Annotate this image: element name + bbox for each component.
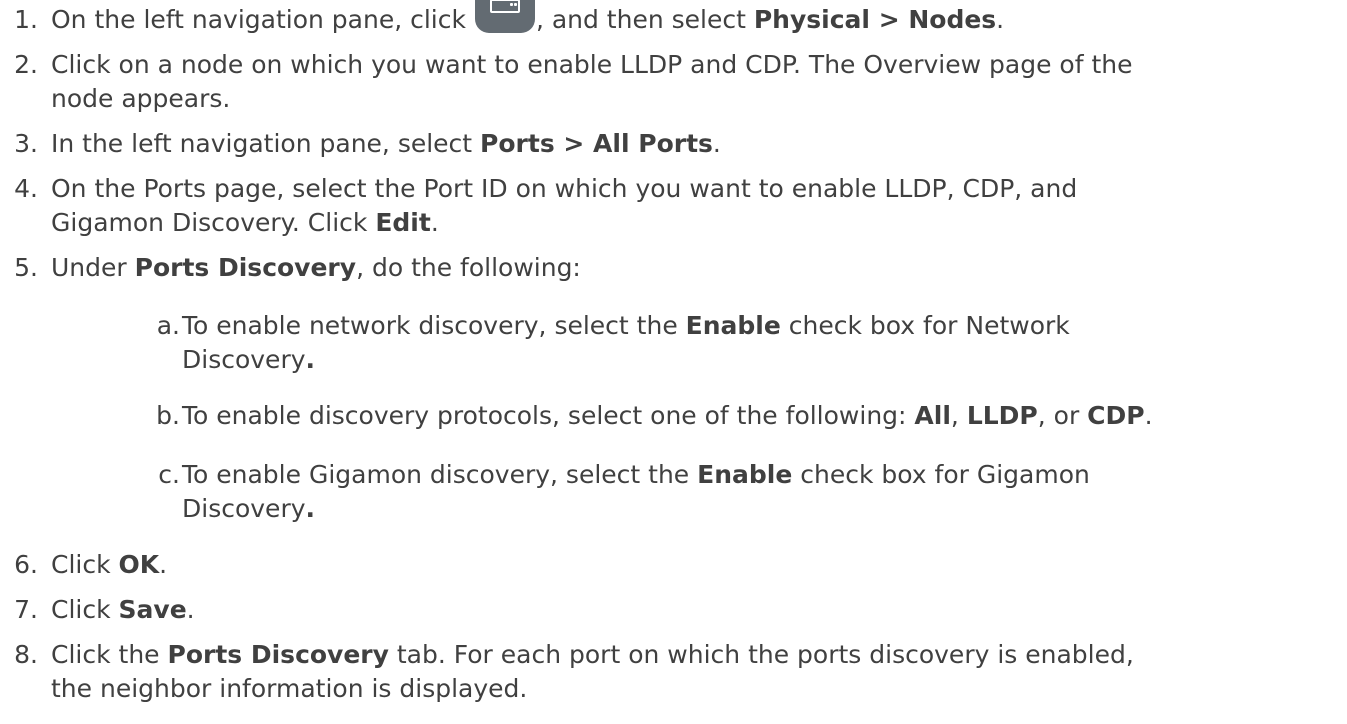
- step-text-part: .: [1144, 401, 1153, 430]
- step-text-part: .: [430, 208, 439, 237]
- step-text: On the Ports page, select the Port ID on…: [51, 174, 1078, 203]
- step-text: Under Ports Discovery, do the following:: [51, 251, 581, 285]
- step-text-part: check box for Gigamon: [792, 460, 1090, 489]
- option-name: LLDP: [966, 401, 1038, 430]
- step-number: 7.: [14, 595, 38, 624]
- step-text: Click Save.: [51, 593, 195, 627]
- substep-letter: c.: [158, 460, 180, 489]
- step-text-part: To enable Gigamon discovery, select the: [182, 460, 698, 489]
- step-text-part: Under: [51, 253, 135, 282]
- step-text-part: .: [996, 5, 1005, 34]
- step-text-part: In the left navigation pane, select: [51, 129, 481, 158]
- step-number: 1.: [14, 5, 38, 34]
- substep-letter: b.: [156, 401, 180, 430]
- step-text-part: .: [712, 129, 721, 158]
- button-name: Edit: [375, 208, 431, 237]
- step-number: 4.: [14, 174, 38, 203]
- step-text: the neighbor information is displayed.: [51, 674, 528, 703]
- step-text-part: ,: [950, 401, 967, 430]
- step-text-part: tab. For each port on which the ports di…: [388, 640, 1134, 669]
- substep-text: To enable network discovery, select the …: [182, 309, 1070, 343]
- menu-path: Physical > Nodes: [753, 5, 997, 34]
- step-text-part: Discovery: [182, 345, 306, 374]
- step-text: Click OK.: [51, 548, 167, 582]
- step-text: On the left navigation pane, click , and…: [51, 0, 1005, 37]
- step-text-part: .: [159, 550, 168, 579]
- button-name: OK: [118, 550, 160, 579]
- step-text: Click the Ports Discovery tab. For each …: [51, 638, 1134, 672]
- step-text-part: .: [305, 345, 316, 374]
- substep-text: Discovery.: [182, 492, 315, 526]
- option-name: Enable: [697, 460, 793, 489]
- step-text-part: , and then select: [535, 5, 754, 34]
- step-number: 8.: [14, 640, 38, 669]
- step-number: 2.: [14, 50, 38, 79]
- step-text-part: To enable discovery protocols, select on…: [182, 401, 915, 430]
- step-number: 6.: [14, 550, 38, 579]
- step-text-part: To enable network discovery, select the: [182, 311, 686, 340]
- step-text-part: Click: [51, 595, 119, 624]
- step-text: node appears.: [51, 84, 231, 113]
- substep-text: To enable discovery protocols, select on…: [182, 399, 1153, 433]
- step-text-part: .: [305, 494, 316, 523]
- option-name: CDP: [1087, 401, 1145, 430]
- step-text: Gigamon Discovery. Click Edit.: [51, 206, 439, 240]
- step-text-part: Click: [51, 550, 119, 579]
- button-name: Save: [118, 595, 187, 624]
- step-text-part: Discovery: [182, 494, 306, 523]
- step-number: 3.: [14, 129, 38, 158]
- tab-name: Ports Discovery: [167, 640, 389, 669]
- section-name: Ports Discovery: [134, 253, 357, 282]
- step-text: In the left navigation pane, select Port…: [51, 127, 721, 161]
- step-text-part: Click the: [51, 640, 168, 669]
- option-name: All: [914, 401, 951, 430]
- step-text-part: , do the following:: [356, 253, 581, 282]
- substep-text: To enable Gigamon discovery, select the …: [182, 458, 1090, 492]
- step-text: Click on a node on which you want to ena…: [51, 50, 1133, 79]
- substep-text: Discovery.: [182, 343, 315, 377]
- step-text-part: , or: [1037, 401, 1088, 430]
- step-text-part: check box for Network: [780, 311, 1070, 340]
- substep-letter: a.: [156, 311, 180, 340]
- physical-nodes-icon: [474, 0, 535, 33]
- step-text-part: Gigamon Discovery. Click: [51, 208, 376, 237]
- option-name: Enable: [685, 311, 781, 340]
- step-text-part: .: [186, 595, 195, 624]
- step-number: 5.: [14, 253, 38, 282]
- menu-path: Ports > All Ports: [480, 129, 713, 158]
- step-text-part: On the left navigation pane, click: [51, 5, 474, 34]
